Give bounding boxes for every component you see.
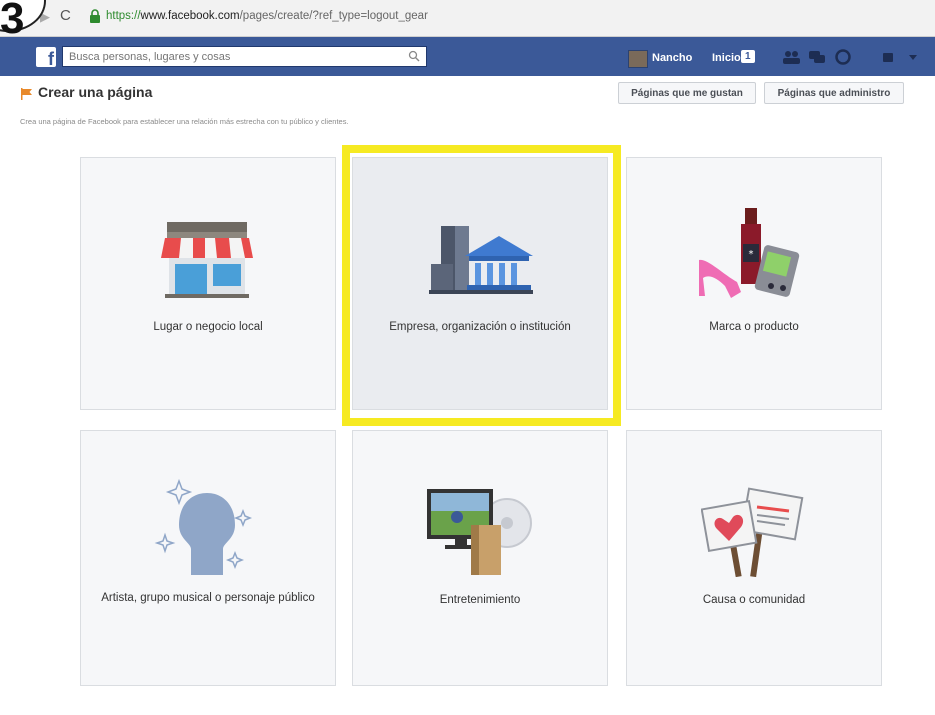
category-label: Artista, grupo musical o personaje públi… [101,592,315,604]
category-card-company[interactable]: Empresa, organización o institución [352,157,608,410]
entertainment-media-icon [427,489,532,575]
browser-toolbar: ▶ C https://www.facebook.com/pages/creat… [0,0,935,37]
category-card-brand[interactable]: * Marca o producto [626,157,882,410]
url-host: www.facebook.com [140,10,240,22]
category-card-artist[interactable]: Artista, grupo musical o personaje públi… [80,430,336,686]
category-label: Empresa, organización o institución [389,321,571,333]
avatar[interactable] [628,50,648,68]
svg-text:*: * [749,249,754,260]
url-path: /pages/create/?ref_type=logout_gear [239,10,428,22]
chevron-down-icon[interactable] [904,49,922,65]
lock-icon [90,9,100,23]
friend-requests-icon[interactable] [782,49,800,65]
category-card-entertainment[interactable]: Entretenimiento [352,430,608,686]
url-scheme: https:// [106,10,141,22]
storefront-icon [161,222,253,298]
messages-icon[interactable] [808,49,826,65]
category-label: Lugar o negocio local [153,321,263,333]
address-bar[interactable]: https://www.facebook.com/pages/create/?r… [106,10,428,22]
step-number: 3 [0,0,25,43]
page-title: Crear una página [38,84,153,100]
company-building-icon [429,226,533,294]
search-box[interactable] [62,46,427,67]
home-badge: 1 [741,50,755,63]
pages-i-manage-button[interactable]: Páginas que administro [764,82,904,104]
privacy-shortcuts-icon[interactable] [880,49,898,65]
category-label: Marca o producto [709,321,799,333]
reload-icon[interactable]: C [60,7,71,24]
category-label: Entretenimiento [439,594,521,606]
category-card-local-business[interactable]: Lugar o negocio local [80,157,336,410]
home-link[interactable]: Inicio [712,52,741,64]
search-icon[interactable] [408,50,420,62]
flag-icon [21,88,32,100]
category-card-cause[interactable]: Causa o comunidad [626,430,882,686]
user-name-link[interactable]: Nancho [652,52,692,64]
cause-signs-icon [701,487,804,577]
search-input[interactable] [63,47,405,67]
artist-silhouette-icon [154,478,253,575]
brand-products-icon: * [699,208,800,298]
pages-i-like-button[interactable]: Páginas que me gustan [618,82,756,104]
notifications-icon[interactable] [834,49,852,65]
facebook-topbar: f Nancho Inicio 1 [0,37,935,76]
category-label: Causa o comunidad [702,594,806,606]
page-subtitle: Crea una página de Facebook para estable… [20,117,349,126]
facebook-logo[interactable]: f [36,47,56,67]
